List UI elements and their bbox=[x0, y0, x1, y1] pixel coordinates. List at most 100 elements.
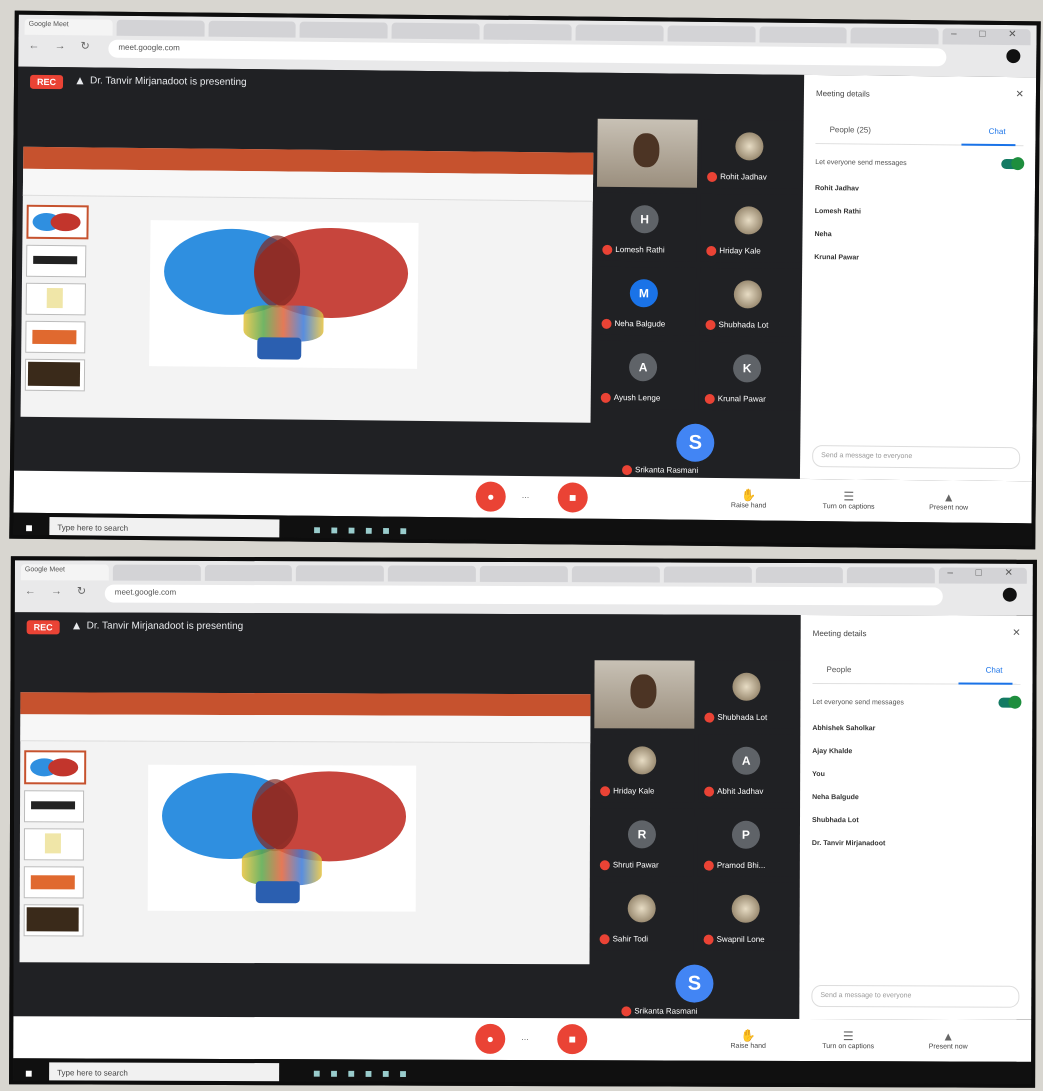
more-options-button[interactable]: ... bbox=[521, 1032, 529, 1042]
window-controls[interactable]: – □ ✕ bbox=[947, 567, 1023, 578]
slide-thumbnails bbox=[24, 199, 89, 410]
taskbar-app-icons[interactable]: ■■■■■■ bbox=[313, 1066, 417, 1080]
chat-text bbox=[812, 757, 1018, 758]
mic-off-button[interactable]: ● bbox=[475, 1023, 506, 1054]
more-options-button[interactable]: ... bbox=[522, 490, 530, 500]
self-video-tile[interactable] bbox=[596, 118, 698, 188]
participant-tile[interactable]: M Neha Balgude bbox=[595, 266, 697, 336]
present-now-button[interactable]: ▲ Present now bbox=[903, 1029, 993, 1050]
browser-tab[interactable] bbox=[391, 22, 480, 40]
profile-avatar[interactable] bbox=[1006, 49, 1021, 64]
taskbar-search[interactable]: Type here to search bbox=[49, 517, 280, 542]
tab-people[interactable]: People bbox=[827, 665, 852, 674]
current-slide bbox=[149, 220, 419, 369]
toggle-label: Let everyone send messages bbox=[812, 699, 904, 707]
participant-tile[interactable]: Hriday Kale bbox=[594, 734, 695, 803]
slide-thumb bbox=[25, 282, 86, 316]
side-panel-title: Meeting details bbox=[815, 89, 870, 99]
window-controls[interactable]: – □ ✕ bbox=[951, 28, 1027, 40]
participant-tile[interactable]: Hriday Kale bbox=[700, 193, 801, 263]
participant-avatar: M bbox=[629, 279, 659, 308]
participant-tile[interactable]: P Pramod Bhi... bbox=[697, 808, 799, 877]
taskbar-search[interactable]: Type here to search bbox=[49, 1062, 280, 1086]
meet-screenshot-2: Google Meet ← → ↻ meet.google.com – □ ✕ … bbox=[9, 556, 1037, 1088]
browser-tab[interactable] bbox=[208, 20, 297, 38]
nav-buttons[interactable]: ← → ↻ bbox=[25, 584, 92, 597]
chat-sender: Lomesh Rathi bbox=[814, 208, 862, 216]
taskbar-app-icons[interactable]: ■■■■■■ bbox=[313, 523, 417, 538]
chat-input[interactable]: Send a message to everyone bbox=[812, 445, 1021, 470]
browser-tab[interactable] bbox=[296, 565, 385, 582]
chat-input[interactable]: Send a message to everyone bbox=[811, 985, 1020, 1008]
raise-hand-button[interactable]: ✋ Raise hand bbox=[703, 1029, 793, 1050]
browser-tab[interactable] bbox=[299, 21, 388, 39]
close-icon[interactable]: ✕ bbox=[1016, 89, 1025, 100]
chat-sender: Rohit Jadhav bbox=[814, 185, 859, 193]
browser-tab[interactable] bbox=[575, 24, 664, 42]
participant-name-row: Neha Balgude bbox=[601, 318, 665, 330]
windows-start-icon[interactable]: ■ bbox=[25, 521, 32, 535]
participant-tile[interactable]: A Ayush Lenge bbox=[594, 340, 696, 410]
browser-tab[interactable] bbox=[483, 23, 572, 41]
present-now-button[interactable]: ▲ Present now bbox=[904, 490, 994, 512]
speaker-avatar[interactable]: S bbox=[676, 423, 715, 462]
mic-muted-icon bbox=[704, 712, 715, 723]
participant-tile[interactable]: Shubhada Lot bbox=[699, 267, 801, 337]
browser-tab[interactable] bbox=[112, 564, 201, 581]
browser-tab[interactable]: Google Meet bbox=[24, 18, 113, 36]
participant-name: Swapnil Lone bbox=[716, 934, 765, 944]
meet-screenshot-1: Google Meet ← → ↻ meet.google.com – □ ✕ … bbox=[9, 10, 1041, 550]
browser-tab[interactable] bbox=[759, 26, 847, 44]
tab-people[interactable]: People (25) bbox=[830, 125, 871, 134]
meet-stage: REC ▲ Dr. Tanvir Mirjanadoot is presenti… bbox=[13, 612, 801, 1019]
speaker-name-row: Srikanta Rasmani bbox=[621, 465, 698, 476]
participant-tile[interactable]: A Abhit Jadhav bbox=[698, 734, 799, 803]
profile-avatar[interactable] bbox=[1002, 587, 1017, 602]
slide-thumb bbox=[24, 358, 86, 392]
mic-off-button[interactable]: ● bbox=[475, 481, 506, 512]
browser-tab[interactable] bbox=[571, 566, 660, 583]
browser-tab[interactable] bbox=[755, 566, 844, 584]
chat-toggle[interactable] bbox=[1001, 158, 1024, 170]
browser-tab[interactable]: Google Meet bbox=[20, 564, 109, 581]
tab-chat[interactable]: Chat bbox=[986, 666, 1003, 675]
browser-tab[interactable] bbox=[667, 25, 756, 43]
self-video-tile[interactable] bbox=[594, 660, 695, 729]
participant-tile[interactable]: Sahir Todi bbox=[593, 882, 694, 951]
raise-hand-button[interactable]: ✋ Raise hand bbox=[704, 488, 794, 510]
browser-tab[interactable] bbox=[850, 27, 939, 45]
participant-tile[interactable]: Swapnil Lone bbox=[697, 882, 798, 951]
close-icon[interactable]: ✕ bbox=[1012, 628, 1020, 639]
participant-tile[interactable]: Rohit Jadhav bbox=[700, 119, 802, 189]
participant-name: Rohit Jadhav bbox=[720, 172, 767, 182]
participant-tile[interactable]: R Shruti Pawar bbox=[593, 808, 695, 877]
chat-text bbox=[815, 194, 1021, 196]
browser-tab[interactable] bbox=[204, 564, 293, 582]
mic-muted-icon bbox=[601, 318, 612, 329]
windows-start-icon[interactable]: ■ bbox=[25, 1066, 32, 1080]
browser-tab[interactable] bbox=[479, 565, 568, 583]
participant-tile[interactable]: H Lomesh Rathi bbox=[596, 192, 697, 262]
captions-button[interactable]: ☰ Turn on captions bbox=[803, 1029, 893, 1050]
browser-tab[interactable] bbox=[663, 566, 752, 583]
participant-tile[interactable]: Shubhada Lot bbox=[698, 660, 799, 729]
chat-text bbox=[814, 263, 1020, 265]
camera-off-button[interactable]: ■ bbox=[557, 1024, 588, 1055]
browser-tab[interactable] bbox=[847, 567, 936, 584]
browser-tab[interactable] bbox=[388, 565, 476, 582]
speaker-avatar[interactable]: S bbox=[675, 964, 714, 1003]
participant-tile[interactable]: K Krunal Pawar bbox=[698, 341, 800, 411]
participant-name-row: Lomesh Rathi bbox=[602, 244, 665, 256]
address-bar[interactable]: meet.google.com bbox=[104, 584, 943, 606]
mic-muted-icon bbox=[600, 786, 611, 797]
chat-sender: Neha bbox=[814, 231, 832, 239]
tab-chat[interactable]: Chat bbox=[989, 127, 1006, 136]
captions-button[interactable]: ☰ Turn on captions bbox=[804, 489, 894, 511]
mic-muted-icon bbox=[707, 171, 718, 183]
camera-off-button[interactable]: ■ bbox=[557, 482, 588, 513]
powerpoint-titlebar bbox=[20, 692, 591, 717]
participant-avatar bbox=[733, 280, 763, 309]
nav-buttons[interactable]: ← → ↻ bbox=[28, 39, 95, 53]
browser-tab[interactable] bbox=[116, 19, 205, 37]
chat-toggle[interactable] bbox=[998, 697, 1021, 708]
